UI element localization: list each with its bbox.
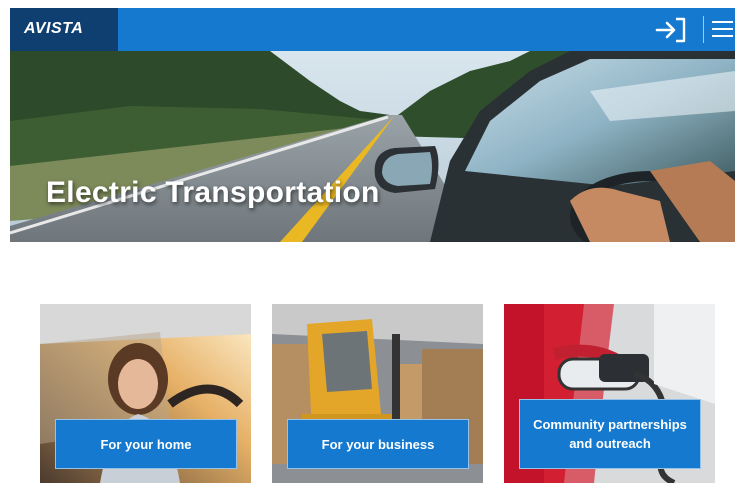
card-community-label[interactable]: Community partnerships and outreach xyxy=(519,399,701,469)
hero-title: Electric Transportation xyxy=(46,176,380,209)
header-divider xyxy=(703,16,704,43)
hamburger-menu-icon[interactable] xyxy=(712,19,733,39)
card-community[interactable]: Community partnerships and outreach xyxy=(504,304,715,483)
hero-image xyxy=(10,51,735,242)
card-home[interactable]: For your home xyxy=(40,304,251,483)
logo-text: AVISTA xyxy=(24,20,84,37)
site-header: AVISTA xyxy=(10,8,735,51)
sign-in-icon[interactable] xyxy=(654,17,688,43)
avista-logo[interactable]: AVISTA xyxy=(10,8,118,51)
card-business-label[interactable]: For your business xyxy=(287,419,469,469)
card-home-label[interactable]: For your home xyxy=(55,419,237,469)
card-business[interactable]: For your business xyxy=(272,304,483,483)
hero-banner: Electric Transportation xyxy=(10,51,735,242)
